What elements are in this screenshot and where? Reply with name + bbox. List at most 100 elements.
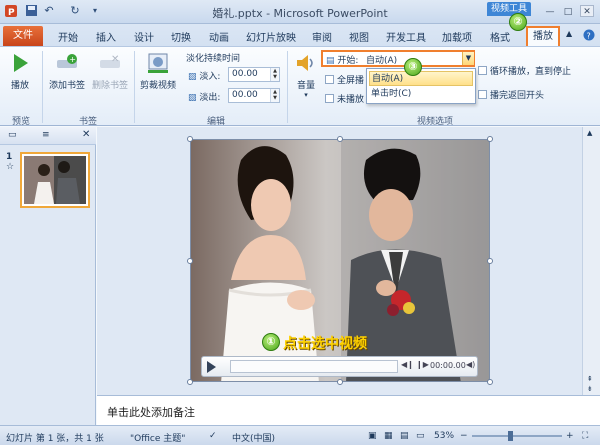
start-icon: ▤ <box>326 56 335 66</box>
step-1-badge: ① <box>262 333 280 351</box>
vertical-scrollbar[interactable]: ▲ ⇞ ⇟ <box>582 127 600 395</box>
fade-in-icon: ▨ <box>188 72 197 82</box>
tab-review[interactable]: 审阅 <box>312 29 332 44</box>
trim-video-icon <box>148 53 168 73</box>
resize-handle[interactable] <box>187 379 193 385</box>
redo-icon[interactable]: ↻ <box>68 4 82 18</box>
fullscreen-checkbox[interactable]: 全屏播 <box>325 73 364 86</box>
group-label-editing: 编辑 <box>206 117 225 127</box>
undo-icon[interactable]: ↶ <box>42 4 56 18</box>
resize-handle[interactable] <box>337 136 343 142</box>
tab-slideshow[interactable]: 幻灯片放映 <box>246 29 296 44</box>
tab-design[interactable]: 设计 <box>134 29 154 44</box>
tab-transitions[interactable]: 切换 <box>171 29 191 44</box>
group-separator <box>287 51 288 123</box>
help-icon[interactable]: ? <box>583 29 595 44</box>
slide-sorter-icon[interactable]: ▦ <box>384 431 393 441</box>
normal-view-icon[interactable]: ▣ <box>368 431 377 441</box>
next-slide-icon[interactable]: ⇟ <box>587 385 593 393</box>
forward-icon[interactable]: ❙▶ <box>416 360 429 369</box>
tab-insert[interactable]: 插入 <box>96 29 116 44</box>
reading-view-icon[interactable]: ▤ <box>400 431 409 441</box>
trim-video-button[interactable]: 剪裁视频 <box>137 51 179 91</box>
volume-icon[interactable]: ◀) <box>466 360 475 369</box>
svg-text:P: P <box>8 8 15 18</box>
spinner-arrows-icon[interactable]: ▲ ▼ <box>270 68 279 81</box>
scroll-up-icon[interactable]: ▲ <box>587 129 592 137</box>
zoom-in-icon[interactable]: + <box>566 431 574 441</box>
language[interactable]: 中文(中国) <box>232 431 275 444</box>
tab-view[interactable]: 视图 <box>349 29 369 44</box>
outline-tab-icon[interactable]: ≡ <box>42 130 50 140</box>
zoom-level[interactable]: 53% <box>434 431 454 441</box>
resize-handle[interactable] <box>487 136 493 142</box>
start-options-list: 自动(A) 单击时(C) <box>366 68 476 104</box>
play-icon[interactable] <box>207 361 216 373</box>
rewind-checkbox[interactable]: 播完返回开头 <box>478 88 544 101</box>
customize-qat-icon[interactable]: ▾ <box>88 4 102 18</box>
checkbox-icon <box>478 90 487 99</box>
animation-star-icon: ☆ <box>6 162 15 172</box>
resize-handle[interactable] <box>187 258 193 264</box>
slides-panel: ▭ ≡ ✕ 1 ☆ <box>0 127 96 425</box>
tab-format[interactable]: 格式 <box>490 29 510 44</box>
option-on-click[interactable]: 单击时(C) <box>369 87 473 102</box>
zoom-slider[interactable] <box>472 435 562 437</box>
powerpoint-logo-icon[interactable]: P <box>4 4 18 18</box>
minimize-button[interactable]: — <box>543 5 557 17</box>
close-button[interactable]: ✕ <box>580 5 594 17</box>
group-label-bookmarks: 书签 <box>78 117 97 127</box>
tab-home[interactable]: 开始 <box>58 29 78 44</box>
instruction-caption: 点击选中视频 <box>283 336 367 352</box>
slide-thumbnail[interactable] <box>20 152 90 208</box>
resize-handle[interactable] <box>487 258 493 264</box>
tab-developer[interactable]: 开发工具 <box>386 29 426 44</box>
tab-playback[interactable]: 播放 <box>526 26 560 46</box>
option-automatic[interactable]: 自动(A) <box>369 71 473 86</box>
slideshow-icon[interactable]: ▭ <box>416 431 425 441</box>
fit-to-window-icon[interactable]: ⛶ <box>582 431 588 441</box>
status-bar: 幻灯片 第 1 张，共 1 张 "Office 主题" ✓ 中文(中国) ▣ ▦… <box>0 425 600 445</box>
slide-number: 1 ☆ <box>6 152 15 172</box>
zoom-out-icon[interactable]: − <box>460 431 468 441</box>
video-time: 00:00.00 <box>430 361 466 370</box>
fade-duration-title: 淡化持续时间 <box>186 54 241 64</box>
remove-bookmark-button[interactable]: ✕ 删除书签 <box>88 51 132 91</box>
chevron-down-icon[interactable]: ▼ <box>462 52 474 65</box>
maximize-button[interactable]: □ <box>561 5 575 17</box>
slides-tab-icon[interactable]: ▭ <box>8 130 17 140</box>
tab-animations[interactable]: 动画 <box>209 29 229 44</box>
zoom-slider-knob[interactable] <box>508 431 513 441</box>
video-tools-context-label: 视频工具 <box>487 2 531 16</box>
window-title: 婚礼.pptx - Microsoft PowerPoint <box>212 7 388 20</box>
save-icon[interactable] <box>24 4 38 18</box>
group-separator <box>42 51 43 123</box>
tab-addins[interactable]: 加载项 <box>442 29 472 44</box>
fade-out-spinner[interactable]: 00.00 ▲ ▼ <box>228 88 280 103</box>
video-progress-bar[interactable] <box>230 360 398 373</box>
notes-placeholder: 单击此处添加备注 <box>107 406 195 419</box>
spellcheck-icon[interactable]: ✓ <box>209 431 217 441</box>
resize-handle[interactable] <box>337 379 343 385</box>
play-preview-button[interactable]: 播放 <box>6 51 34 91</box>
volume-button[interactable]: 音量 ▾ <box>292 51 320 99</box>
prev-slide-icon[interactable]: ⇞ <box>587 375 593 383</box>
tab-file[interactable]: 文件 <box>3 26 43 46</box>
close-panel-icon[interactable]: ✕ <box>82 129 90 140</box>
fade-in-spinner[interactable]: 00.00 ▲ ▼ <box>228 67 280 82</box>
hide-not-playing-checkbox[interactable]: 未播放 <box>325 92 364 105</box>
add-bookmark-icon: + <box>57 54 77 68</box>
start-label: ▤ 开始: <box>326 56 359 66</box>
volume-icon <box>297 55 313 71</box>
checkbox-icon <box>325 75 334 84</box>
spinner-arrows-icon[interactable]: ▲ ▼ <box>270 89 279 102</box>
resize-handle[interactable] <box>187 136 193 142</box>
group-label-preview: 预览 <box>11 117 30 127</box>
minimize-ribbon-icon[interactable]: ▲ <box>566 29 572 38</box>
loop-checkbox[interactable]: 循环播放，直到停止 <box>478 64 571 77</box>
notes-pane[interactable]: 单击此处添加备注 <box>97 395 600 425</box>
group-separator <box>134 51 135 123</box>
rewind-icon[interactable]: ◀❙ <box>401 360 414 369</box>
add-bookmark-button[interactable]: + 添加书签 <box>46 51 88 91</box>
resize-handle[interactable] <box>487 379 493 385</box>
